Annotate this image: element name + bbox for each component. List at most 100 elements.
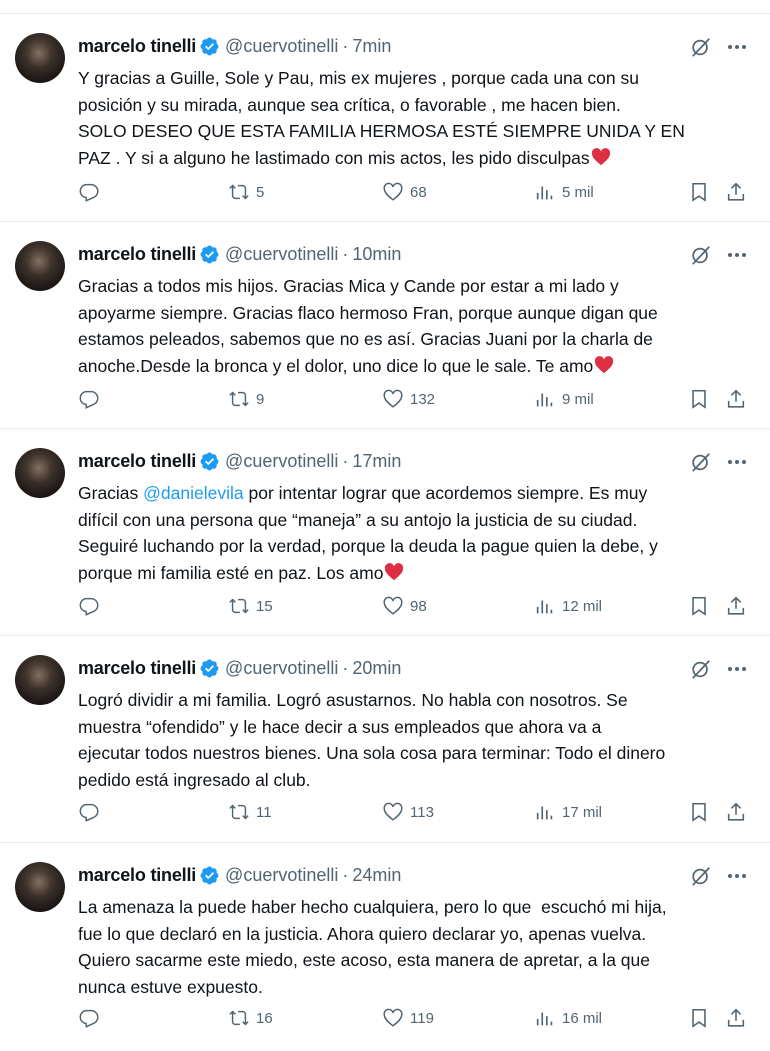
share-button[interactable] bbox=[725, 387, 747, 411]
like-count: 132 bbox=[410, 390, 436, 408]
like-icon bbox=[383, 1008, 403, 1027]
share-icon bbox=[727, 389, 745, 408]
like-count: 98 bbox=[410, 597, 427, 615]
timestamp[interactable]: 10min bbox=[352, 244, 401, 265]
bookmark-icon bbox=[692, 1008, 706, 1028]
author-handle[interactable]: @cuervotinelli bbox=[225, 244, 338, 265]
retweet-icon bbox=[229, 598, 249, 614]
reply-icon bbox=[79, 390, 99, 409]
retweet-icon bbox=[229, 804, 249, 820]
like-button[interactable]: 68 bbox=[382, 180, 427, 204]
tweet-4[interactable]: marcelo tinelli @cuervotinelli · 20min L… bbox=[0, 636, 770, 843]
views-button[interactable]: 16 mil bbox=[534, 1006, 602, 1030]
views-button[interactable]: 17 mil bbox=[534, 800, 602, 824]
reply-icon bbox=[79, 597, 99, 616]
grok-icon[interactable] bbox=[690, 451, 712, 473]
reply-button[interactable] bbox=[78, 387, 106, 411]
views-count: 9 mil bbox=[562, 390, 594, 408]
grok-icon[interactable] bbox=[690, 36, 712, 58]
author-name[interactable]: marcelo tinelli bbox=[78, 865, 196, 886]
retweet-button[interactable]: 11 bbox=[228, 800, 272, 824]
tweet-2[interactable]: marcelo tinelli @cuervotinelli · 10min G… bbox=[0, 222, 770, 429]
avatar[interactable] bbox=[15, 862, 65, 912]
grok-icon[interactable] bbox=[690, 244, 712, 266]
grok-icon[interactable] bbox=[690, 658, 712, 680]
timestamp[interactable]: 17min bbox=[352, 451, 401, 472]
bookmark-button[interactable] bbox=[688, 1006, 710, 1030]
avatar[interactable] bbox=[15, 655, 65, 705]
retweet-count: 5 bbox=[256, 183, 265, 201]
views-icon bbox=[536, 806, 553, 820]
verified-badge-icon bbox=[200, 37, 219, 55]
views-button[interactable]: 5 mil bbox=[534, 180, 594, 204]
tweet-text: La amenaza la puede haber hecho cualquie… bbox=[78, 897, 667, 997]
author-name[interactable]: marcelo tinelli bbox=[78, 244, 196, 265]
verified-badge-icon bbox=[200, 452, 219, 470]
grok-icon[interactable] bbox=[690, 865, 712, 887]
bookmark-button[interactable] bbox=[688, 594, 710, 618]
more-icon[interactable] bbox=[726, 38, 748, 56]
views-icon bbox=[536, 600, 553, 614]
mention-link[interactable]: @danielevila bbox=[143, 483, 243, 503]
reply-button[interactable] bbox=[78, 1006, 106, 1030]
like-icon bbox=[383, 596, 403, 615]
author-handle[interactable]: @cuervotinelli bbox=[225, 865, 338, 886]
views-icon bbox=[536, 393, 553, 407]
views-button[interactable]: 9 mil bbox=[534, 387, 594, 411]
like-button[interactable]: 98 bbox=[382, 594, 427, 618]
bookmark-button[interactable] bbox=[688, 800, 710, 824]
bookmark-icon bbox=[692, 596, 706, 616]
share-icon bbox=[727, 182, 745, 201]
bookmark-icon bbox=[692, 802, 706, 822]
author-handle[interactable]: @cuervotinelli bbox=[225, 36, 338, 57]
retweet-icon bbox=[229, 391, 249, 407]
more-icon[interactable] bbox=[726, 246, 748, 264]
bookmark-button[interactable] bbox=[688, 180, 710, 204]
like-button[interactable]: 119 bbox=[382, 1006, 434, 1030]
tweet-header: marcelo tinelli @cuervotinelli · 10min bbox=[78, 242, 401, 266]
separator-dot: · bbox=[342, 864, 349, 885]
retweet-button[interactable]: 5 bbox=[228, 180, 264, 204]
bookmark-button[interactable] bbox=[688, 387, 710, 411]
share-button[interactable] bbox=[725, 800, 747, 824]
tweet-3[interactable]: marcelo tinelli @cuervotinelli · 17min G… bbox=[0, 429, 770, 636]
author-name[interactable]: marcelo tinelli bbox=[78, 451, 196, 472]
views-button[interactable]: 12 mil bbox=[534, 594, 602, 618]
more-icon[interactable] bbox=[726, 660, 748, 678]
author-handle[interactable]: @cuervotinelli bbox=[225, 658, 338, 679]
tweet-text: Gracias @danielevila por intentar lograr… bbox=[78, 483, 658, 583]
more-icon[interactable] bbox=[726, 453, 748, 471]
author-name[interactable]: marcelo tinelli bbox=[78, 36, 196, 57]
retweet-count: 9 bbox=[256, 390, 265, 408]
more-icon[interactable] bbox=[726, 867, 748, 885]
share-button[interactable] bbox=[725, 180, 747, 204]
timestamp[interactable]: 20min bbox=[352, 658, 401, 679]
avatar[interactable] bbox=[15, 33, 65, 83]
like-icon bbox=[383, 802, 403, 821]
tweet-text: Gracias a todos mis hijos. Gracias Mica … bbox=[78, 276, 658, 376]
like-icon bbox=[383, 389, 403, 408]
share-icon bbox=[727, 1008, 745, 1027]
retweet-button[interactable]: 9 bbox=[228, 387, 264, 411]
share-button[interactable] bbox=[725, 1006, 747, 1030]
avatar[interactable] bbox=[15, 241, 65, 291]
like-button[interactable]: 132 bbox=[382, 387, 435, 411]
retweet-button[interactable]: 16 bbox=[228, 1006, 273, 1030]
tweet-1[interactable]: marcelo tinelli @cuervotinelli · 7min Y … bbox=[0, 14, 770, 222]
share-icon bbox=[727, 802, 745, 821]
share-button[interactable] bbox=[725, 594, 747, 618]
reply-button[interactable] bbox=[78, 594, 106, 618]
tweet-header: marcelo tinelli @cuervotinelli · 7min bbox=[78, 34, 391, 58]
tweet-5[interactable]: marcelo tinelli @cuervotinelli · 24min L… bbox=[0, 843, 770, 1051]
red-heart-emoji bbox=[595, 355, 614, 373]
reply-button[interactable] bbox=[78, 800, 106, 824]
timestamp[interactable]: 7min bbox=[352, 36, 391, 57]
like-button[interactable]: 113 bbox=[382, 800, 434, 824]
timestamp[interactable]: 24min bbox=[352, 865, 401, 886]
avatar[interactable] bbox=[15, 448, 65, 498]
tweet-header: marcelo tinelli @cuervotinelli · 17min bbox=[78, 449, 401, 473]
reply-button[interactable] bbox=[78, 180, 106, 204]
retweet-button[interactable]: 15 bbox=[228, 594, 273, 618]
author-name[interactable]: marcelo tinelli bbox=[78, 658, 196, 679]
author-handle[interactable]: @cuervotinelli bbox=[225, 451, 338, 472]
